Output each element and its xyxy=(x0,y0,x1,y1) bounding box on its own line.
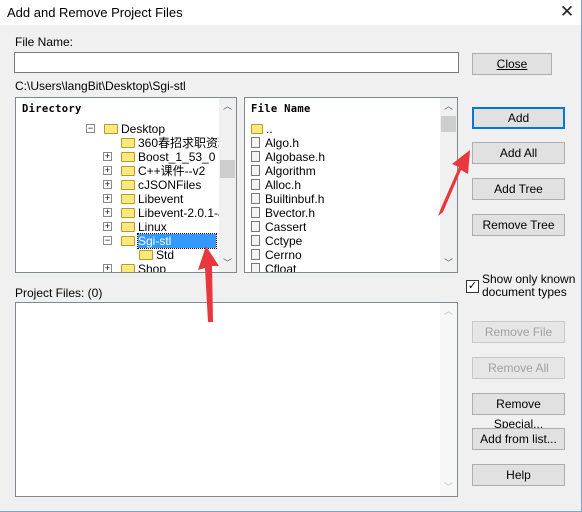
annotation-arrow-add-all xyxy=(438,150,470,216)
annotation-arrow-sgi-stl xyxy=(198,246,219,322)
annotation-arrows xyxy=(198,150,470,322)
dialog-window: Add and Remove Project Files ✕ File Name… xyxy=(0,0,582,512)
